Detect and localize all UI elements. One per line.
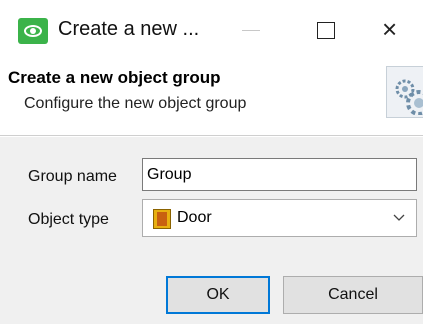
object-type-label: Object type <box>28 211 109 228</box>
dialog-header: Create a new object group Configure the … <box>0 62 423 136</box>
window-title: Create a new ... <box>58 18 200 40</box>
close-icon: × <box>382 14 398 44</box>
group-name-label: Group name <box>28 168 117 185</box>
header-title: Create a new object group <box>8 68 221 87</box>
title-bar: Create a new ... × <box>0 0 423 62</box>
header-subtitle: Configure the new object group <box>24 95 247 112</box>
maximize-icon <box>317 22 335 39</box>
object-type-select[interactable]: Door <box>142 199 417 237</box>
maximize-button[interactable] <box>302 12 348 48</box>
door-icon <box>153 209 171 229</box>
cancel-button[interactable]: Cancel <box>283 276 423 314</box>
minimize-icon <box>242 30 260 31</box>
chevron-down-icon <box>393 214 405 221</box>
close-button[interactable]: × <box>372 12 418 48</box>
settings-gear-icon <box>386 66 423 118</box>
group-name-input[interactable]: Group <box>142 158 417 191</box>
object-type-value: Door <box>177 209 212 226</box>
minimize-button[interactable] <box>228 12 274 48</box>
app-eye-icon <box>18 18 48 44</box>
ok-button[interactable]: OK <box>166 276 270 314</box>
